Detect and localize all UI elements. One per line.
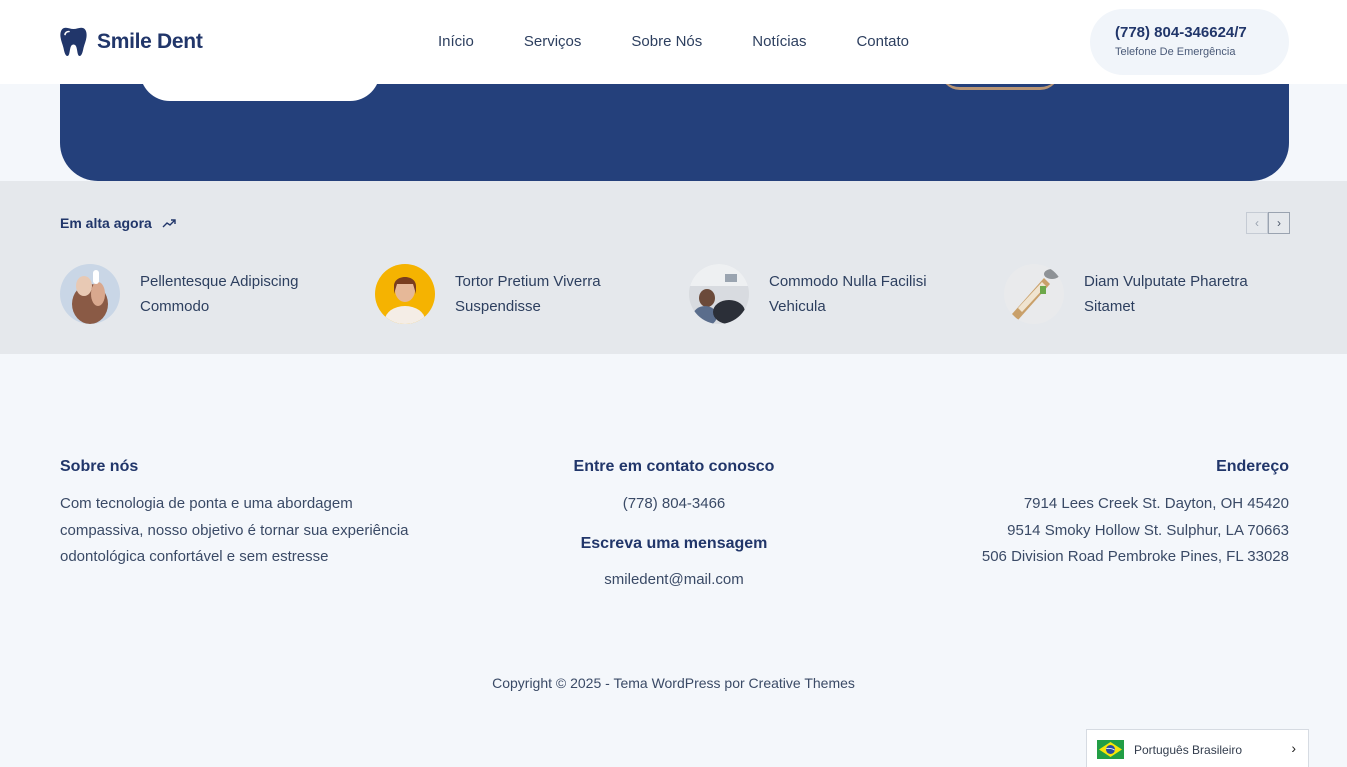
copyright: Copyright © 2025 - Tema WordPress por Cr… [492,675,855,691]
trending-item-label: Diam Vulputate Pharetra Sitamet [1084,273,1248,315]
trending-item[interactable]: Tortor Pretium Viverra Suspendisse [375,264,635,324]
trending-section: Em alta agora ‹ › Pellentesque Adipiscin… [0,181,1347,354]
brazil-flag-icon [1097,740,1124,759]
chevron-right-icon: › [1291,740,1296,756]
contact-phone[interactable]: (778) 804-3466 [474,491,874,518]
about-text: Com tecnologia de ponta e uma abordagem … [60,495,409,565]
address-list: 7914 Lees Creek St. Dayton, OH 45420 951… [900,491,1289,571]
logo[interactable]: Smile Dent [60,27,203,57]
logo-text: Smile Dent [97,30,203,53]
footer-about: Sobre nós Com tecnologia de ponta e uma … [60,458,440,571]
trending-thumbnail [60,264,120,324]
footer-address: Endereço 7914 Lees Creek St. Dayton, OH … [900,458,1289,571]
footer-contact: Entre em contato conosco (778) 804-3466 … [474,458,874,593]
address-line: 7914 Lees Creek St. Dayton, OH 45420 [1023,495,1289,512]
carousel-next-button[interactable]: › [1268,212,1290,234]
tooth-icon [60,27,87,56]
trending-item-label: Tortor Pretium Viverra Suspendisse [455,273,601,315]
contact-title: Entre em contato conosco [573,458,775,475]
chevron-left-icon: ‹ [1255,216,1259,230]
chevron-right-icon: › [1277,216,1281,230]
nav-item-sobre-nos[interactable]: Sobre Nós [631,33,702,50]
language-label: Português Brasileiro [1134,742,1243,757]
carousel-prev-button[interactable]: ‹ [1246,212,1268,234]
address-line: 9514 Smoky Hollow St. Sulphur, LA 70663 [1007,521,1289,539]
about-title: Sobre nós [60,458,139,475]
nav-item-inicio[interactable]: Início [438,33,474,50]
trending-up-icon [162,219,176,228]
trending-thumbnail [1004,264,1064,324]
language-switcher[interactable]: Português Brasileiro › [1086,729,1309,767]
trending-thumbnail [689,264,749,324]
trending-item-label: Pellentesque Adipiscing Commodo [140,273,299,315]
trending-title: Em alta agora [60,215,177,231]
emergency-phone[interactable]: (778) 804-346624/7 Telefone De Emergênci… [1090,9,1289,75]
trending-item[interactable]: Diam Vulputate Pharetra Sitamet [1004,264,1264,324]
phone-label: Telefone De Emergência [1115,46,1236,58]
address-title: Endereço [1216,458,1289,475]
nav-item-servicos[interactable]: Serviços [524,33,582,50]
trending-item[interactable]: Commodo Nulla Facilisi Vehicula [689,264,949,324]
address-line: 506 Division Road Pembroke Pines, FL 330… [981,548,1289,565]
trending-item-label: Commodo Nulla Facilisi Vehicula [769,273,927,315]
site-header: Smile Dent Início Serviços Sobre Nós Not… [0,0,1347,84]
nav-item-contato[interactable]: Contato [856,33,909,50]
carousel-arrows: ‹ › [1246,212,1290,234]
message-title: Escreva uma mensagem [580,534,768,552]
contact-email[interactable]: smiledent@mail.com [474,567,874,594]
trending-thumbnail [375,264,435,324]
trending-title-text: Em alta agora [60,215,152,231]
trending-item[interactable]: Pellentesque Adipiscing Commodo [60,264,320,324]
phone-number: (778) 804-346624/7 [1115,24,1247,41]
nav-item-noticias[interactable]: Notícias [752,33,806,50]
main-nav: Início Serviços Sobre Nós Notícias Conta… [438,33,959,50]
